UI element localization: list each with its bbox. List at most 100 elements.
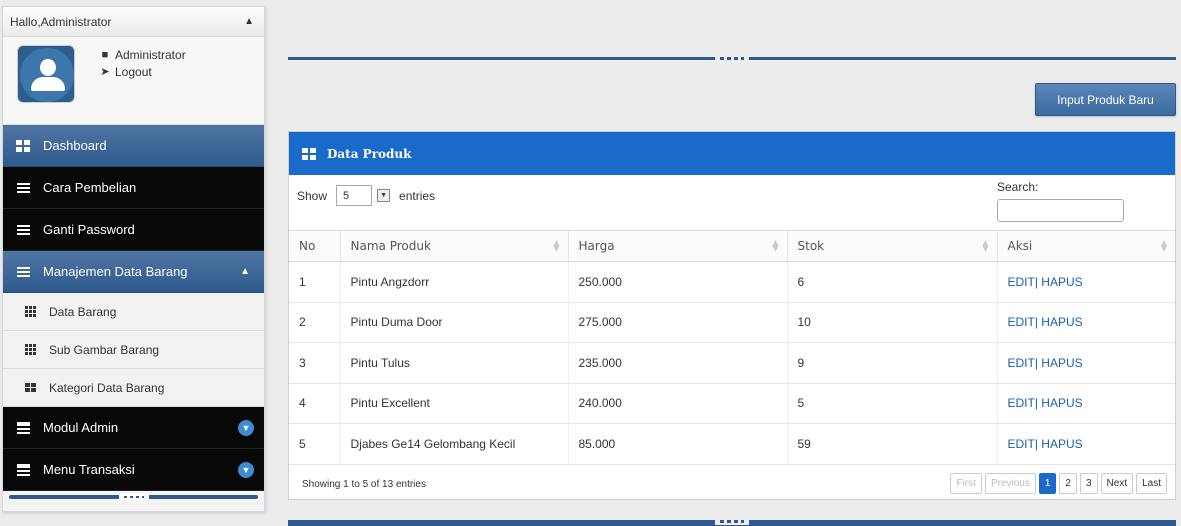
edit-hapus-links[interactable]: EDIT| HAPUS	[996, 423, 1175, 465]
cell-no: 3	[289, 342, 340, 384]
cell-stok: 9	[786, 342, 997, 384]
cell-harga: 250.000	[567, 261, 787, 303]
cell-no: 5	[289, 423, 340, 465]
table-row: 4 Pintu Excellent 240.000 5 EDIT| HAPUS	[289, 383, 1175, 424]
table-row: 2 Pintu Duma Door 275.000 10 EDIT| HAPUS	[289, 302, 1175, 343]
chevron-down-icon[interactable]: ▼	[377, 189, 391, 202]
sidebar-item-label: Ganti Password	[43, 222, 135, 237]
search-label: Search:	[997, 180, 1039, 194]
sidebar-item-label: Menu Transaksi	[43, 462, 135, 477]
sidebar-item-label: Cara Pembelian	[43, 180, 137, 195]
sidebar-item-ganti-password[interactable]: Ganti Password	[3, 209, 264, 251]
top-divider	[288, 55, 1176, 62]
cell-no: 2	[289, 302, 340, 343]
last-page-button[interactable]: Last	[1136, 472, 1167, 494]
table-row: 5 Djabes Ge14 Gelombang Kecil 85.000 59 …	[289, 423, 1175, 465]
edit-hapus-links[interactable]: EDIT| HAPUS	[996, 261, 1175, 303]
submenu-item-kategori-data-barang[interactable]: Kategori Data Barang	[3, 369, 264, 407]
panel-header: Data Produk	[289, 132, 1175, 175]
table-row: 3 Pintu Tulus 235.000 9 EDIT| HAPUS	[289, 342, 1175, 384]
cell-harga: 240.000	[567, 383, 787, 424]
sidebar-item-menu-transaksi[interactable]: Menu Transaksi ▼	[3, 449, 264, 491]
cell-stok: 59	[786, 423, 997, 465]
edit-hapus-links[interactable]: EDIT| HAPUS	[996, 302, 1175, 343]
page-3-button[interactable]: 3	[1079, 472, 1098, 494]
column-header-nama-produk[interactable]: Nama Produk ▲ ▼	[339, 230, 568, 262]
page-1-button[interactable]: 1	[1038, 472, 1057, 494]
submenu-item-label: Sub Gambar Barang	[49, 342, 160, 357]
submenu-item-sub-gambar-barang[interactable]: Sub Gambar Barang	[3, 331, 264, 369]
page-2-button[interactable]: 2	[1059, 472, 1077, 494]
grid-icon	[302, 147, 316, 160]
column-header-no[interactable]: No	[289, 230, 340, 262]
chevron-up-icon[interactable]: ▲	[244, 16, 254, 27]
sort-icon: ▲ ▼	[982, 238, 989, 253]
grid-icon	[25, 344, 37, 355]
column-header-stok[interactable]: Stok ▲ ▼	[786, 230, 997, 262]
list-icon	[15, 265, 31, 279]
first-page-button[interactable]: First	[950, 472, 982, 494]
grid-icon	[25, 383, 37, 392]
input-produk-baru-button[interactable]: Input Produk Baru	[1035, 83, 1176, 116]
data-produk-panel: Data Produk Show 5 ▼ entries Search: No …	[288, 131, 1176, 500]
avatar	[17, 45, 75, 103]
entries-label: entries	[399, 188, 436, 203]
submenu-item-label: Kategori Data Barang	[49, 380, 165, 395]
user-name-link[interactable]: ■ Administrator	[99, 47, 186, 64]
sidebar-item-label: Dashboard	[43, 138, 107, 153]
submenu-item-label: Data Barang	[49, 304, 117, 319]
user-icon: ■	[101, 49, 109, 61]
archive-icon	[15, 420, 31, 436]
dashboard-icon	[15, 139, 31, 152]
column-header-harga[interactable]: Harga ▲ ▼	[567, 230, 787, 262]
edit-hapus-links[interactable]: EDIT| HAPUS	[996, 342, 1175, 384]
pagination: First Previous 1 2 3 Next Last	[950, 472, 1167, 494]
greeting-bar[interactable]: Hallo,Administrator ▲	[3, 7, 264, 37]
edit-hapus-links[interactable]: EDIT| HAPUS	[996, 383, 1175, 424]
chevron-down-icon[interactable]: ▼	[238, 461, 254, 478]
sidebar-item-modul-admin[interactable]: Modul Admin ▼	[3, 407, 264, 449]
cell-harga: 85.000	[567, 423, 787, 465]
user-box: ■ Administrator ➤ Logout	[3, 37, 264, 125]
cell-stok: 6	[786, 261, 997, 303]
chevron-down-icon[interactable]: ▼	[238, 419, 254, 436]
arrow-right-icon: ➤	[100, 66, 110, 78]
cell-no: 4	[289, 383, 340, 424]
sidebar-item-label: Manajemen Data Barang	[43, 264, 188, 279]
table-row: 1 Pintu Angzdorr 250.000 6 EDIT| HAPUS	[289, 261, 1175, 303]
chevron-up-icon: ▲	[240, 266, 250, 277]
sidebar-item-label: Modul Admin	[43, 420, 119, 435]
cell-stok: 5	[786, 383, 997, 424]
sort-icon: ▲ ▼	[772, 238, 779, 253]
sidebar-item-cara-pembelian[interactable]: Cara Pembelian	[3, 167, 264, 209]
show-label: Show	[297, 188, 328, 203]
cell-no: 1	[289, 261, 340, 303]
cell-nama: Pintu Duma Door	[339, 302, 568, 343]
sidebar-divider	[9, 494, 258, 500]
search-control: Search:	[997, 180, 1124, 222]
entries-control: Show 5 ▼ entries	[297, 185, 435, 206]
cell-harga: 275.000	[567, 302, 787, 343]
sidebar: Hallo,Administrator ▲ ■ Administrator ➤ …	[2, 6, 265, 512]
archive-icon	[15, 462, 31, 478]
submenu-item-data-barang[interactable]: Data Barang	[3, 293, 264, 331]
logout-link[interactable]: ➤ Logout	[99, 64, 186, 81]
sort-icon: ▲ ▼	[1160, 238, 1167, 253]
sidebar-item-manajemen-data-barang[interactable]: Manajemen Data Barang ▲	[3, 251, 264, 293]
list-icon	[15, 223, 31, 237]
entries-value: 5	[343, 189, 350, 202]
cell-stok: 10	[786, 302, 997, 343]
previous-page-button[interactable]: Previous	[984, 472, 1036, 494]
panel-title: Data Produk	[327, 146, 412, 161]
cell-nama: Pintu Tulus	[339, 342, 568, 384]
cell-nama: Pintu Angzdorr	[339, 261, 568, 303]
column-header-aksi[interactable]: Aksi ▲ ▼	[996, 230, 1175, 262]
sidebar-item-dashboard[interactable]: Dashboard	[3, 125, 264, 167]
next-page-button[interactable]: Next	[1100, 472, 1134, 494]
logout-label: Logout	[115, 65, 152, 79]
search-input[interactable]	[997, 199, 1124, 222]
user-name: Administrator	[115, 48, 186, 62]
entries-select[interactable]: 5	[336, 185, 373, 206]
cell-harga: 235.000	[567, 342, 787, 384]
list-icon	[15, 181, 31, 195]
